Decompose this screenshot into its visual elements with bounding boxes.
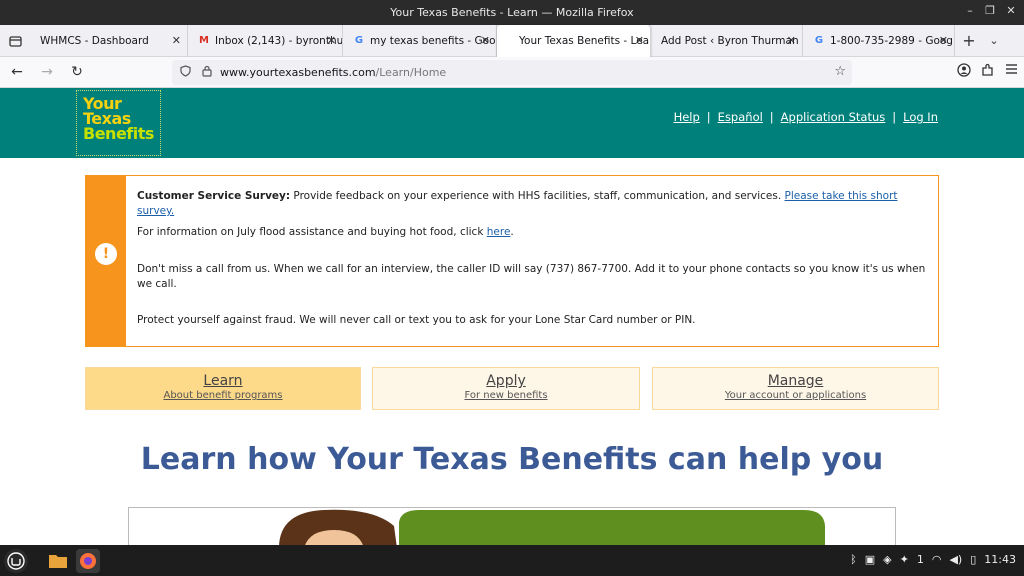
clock[interactable]: 11:43: [984, 553, 1016, 566]
flood-notice: For information on July flood assistance…: [137, 225, 932, 240]
menu-icon[interactable]: [1005, 63, 1018, 81]
new-tab-button[interactable]: +: [955, 31, 983, 50]
logo-line-3: Benefits: [83, 124, 154, 143]
tab-google-search[interactable]: G my texas benefits - Googl ✕: [343, 24, 497, 57]
help-link[interactable]: Help: [674, 110, 700, 124]
tab-add-post[interactable]: Add Post ‹ Byron Thurman — ✕: [651, 24, 803, 57]
extensions-icon[interactable]: [981, 63, 995, 81]
close-window-button[interactable]: ✕: [1003, 4, 1019, 17]
flood-here-link[interactable]: here: [487, 226, 511, 238]
files-icon[interactable]: [46, 549, 70, 573]
tab-overview-icon[interactable]: [0, 25, 30, 57]
google-icon: G: [814, 35, 824, 46]
toolbar-right: [957, 63, 1018, 81]
firefox-icon[interactable]: [76, 549, 100, 573]
espanol-link[interactable]: Español: [718, 110, 763, 124]
url-text: www.yourtexasbenefits.com/Learn/Home: [220, 66, 446, 79]
notice-box: ! Customer Service Survey: Provide feedb…: [85, 175, 939, 347]
manage-card[interactable]: Manage Your account or applications: [652, 367, 939, 410]
tab-close-icon[interactable]: ✕: [939, 34, 948, 47]
lock-icon[interactable]: [198, 65, 216, 80]
back-button[interactable]: ←: [4, 64, 30, 80]
gmail-icon: M: [199, 35, 209, 46]
tab-label: Add Post ‹ Byron Thurman —: [661, 34, 802, 47]
update-count: 1: [916, 553, 924, 566]
link-separator: |: [892, 110, 897, 124]
reload-button[interactable]: ↻: [64, 64, 90, 80]
tab-close-icon[interactable]: ✕: [327, 34, 336, 47]
mint-menu-icon[interactable]: [4, 549, 28, 573]
bluetooth-icon[interactable]: ᛒ: [850, 553, 857, 566]
apply-subtitle[interactable]: For new benefits: [373, 390, 639, 401]
shield-tray-icon[interactable]: ◈: [883, 553, 891, 566]
alert-icon: !: [95, 243, 117, 265]
system-tray: ᛒ ▣ ◈ ✦ 1 ◠ ◀) ▯ 11:43: [850, 553, 1016, 566]
tab-close-icon[interactable]: ✕: [172, 34, 181, 47]
fraud-notice: Protect yourself against fraud. We will …: [137, 314, 696, 326]
tab-list-button[interactable]: ⌄: [983, 34, 1005, 47]
volume-icon[interactable]: ◀): [949, 553, 962, 566]
notes-icon[interactable]: ▣: [865, 553, 875, 566]
battery-icon[interactable]: ▯: [970, 553, 976, 566]
window-titlebar: Your Texas Benefits - Learn — Mozilla Fi…: [0, 0, 1024, 25]
url-bar[interactable]: www.yourtexasbenefits.com/Learn/Home ☆: [172, 60, 852, 85]
tab-whmcs[interactable]: WHMCS - Dashboard ✕: [30, 24, 188, 57]
hero-illustration: [128, 507, 896, 547]
taskbar: ᛒ ▣ ◈ ✦ 1 ◠ ◀) ▯ 11:43: [0, 545, 1024, 576]
tab-bar: WHMCS - Dashboard ✕ M Inbox (2,143) - by…: [0, 24, 1024, 57]
notice-stripe: !: [86, 176, 126, 346]
tab-close-icon[interactable]: ✕: [635, 34, 644, 47]
update-icon[interactable]: ✦: [900, 553, 909, 566]
manage-title[interactable]: Manage: [653, 373, 938, 389]
flood-text: For information on July flood assistance…: [137, 226, 487, 238]
section-nav: Learn About benefit programs Apply For n…: [85, 367, 939, 411]
navigation-toolbar: ← → ↻ www.yourtexasbenefits.com/Learn/Ho…: [0, 57, 1024, 88]
wifi-icon[interactable]: ◠: [932, 553, 942, 566]
site-header: Your Texas Benefits Help | Español | App…: [0, 88, 1024, 158]
apply-card[interactable]: Apply For new benefits: [372, 367, 640, 410]
learn-card[interactable]: Learn About benefit programs: [85, 367, 361, 410]
survey-notice: Customer Service Survey: Provide feedbac…: [137, 189, 932, 219]
link-separator: |: [706, 110, 711, 124]
survey-bold: Customer Service Survey:: [137, 190, 291, 202]
log-in-link[interactable]: Log In: [903, 110, 938, 124]
tab-your-texas-benefits[interactable]: Your Texas Benefits - Lea ✕: [497, 24, 651, 57]
forward-button[interactable]: →: [34, 64, 60, 80]
survey-text: Provide feedback on your experience with…: [290, 190, 785, 202]
call-notice: Don't miss a call from us. When we call …: [137, 263, 926, 290]
tab-label: Your Texas Benefits - Lea: [519, 34, 650, 47]
shield-icon[interactable]: [176, 65, 194, 80]
tab-label: Inbox (2,143) - byronthur: [215, 34, 342, 47]
application-status-link[interactable]: Application Status: [781, 110, 886, 124]
flood-end: .: [510, 226, 514, 238]
learn-title[interactable]: Learn: [86, 373, 360, 389]
tab-inbox[interactable]: M Inbox (2,143) - byronthur ✕: [188, 24, 343, 57]
header-links: Help | Español | Application Status | Lo…: [674, 110, 938, 124]
restore-button[interactable]: ❐: [982, 4, 998, 17]
account-icon[interactable]: [957, 63, 971, 81]
tab-google-phone[interactable]: G 1-800-735-2989 - Google ✕: [803, 24, 955, 57]
tab-close-icon[interactable]: ✕: [787, 34, 796, 47]
page-heading: Learn how Your Texas Benefits can help y…: [140, 442, 884, 477]
minimize-button[interactable]: –: [962, 4, 978, 17]
tab-close-icon[interactable]: ✕: [481, 34, 490, 47]
tab-label: my texas benefits - Googl: [370, 34, 496, 47]
tab-label: 1-800-735-2989 - Google: [830, 34, 954, 47]
google-icon: G: [354, 35, 364, 46]
manage-subtitle[interactable]: Your account or applications: [653, 390, 938, 401]
url-path: /Learn/Home: [375, 66, 447, 79]
learn-subtitle[interactable]: About benefit programs: [86, 390, 360, 401]
link-separator: |: [769, 110, 774, 124]
window-title: Your Texas Benefits - Learn — Mozilla Fi…: [390, 6, 634, 19]
tab-label: WHMCS - Dashboard: [40, 34, 149, 47]
bookmark-star-icon[interactable]: ☆: [834, 64, 846, 79]
apply-title[interactable]: Apply: [373, 373, 639, 389]
site-logo[interactable]: Your Texas Benefits: [76, 90, 161, 156]
url-host: www.yourtexasbenefits.com: [220, 66, 376, 79]
